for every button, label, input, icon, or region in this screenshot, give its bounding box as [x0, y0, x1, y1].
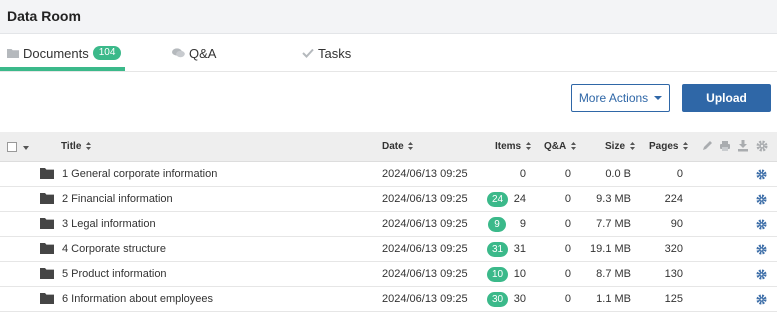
- row-qa: 0: [564, 218, 571, 230]
- new-items-badge: 31: [487, 242, 509, 257]
- row-qa: 0: [564, 243, 571, 255]
- row-title[interactable]: 2 Financial information: [62, 193, 173, 205]
- tab-tasks[interactable]: Tasks: [302, 35, 351, 71]
- gear-icon[interactable]: [756, 169, 767, 180]
- row-title[interactable]: 1 General corporate information: [62, 168, 217, 180]
- column-pages-header[interactable]: Pages: [649, 141, 689, 152]
- gear-icon[interactable]: [756, 269, 767, 280]
- row-size: 1.1 MB: [596, 293, 631, 305]
- row-size: 19.1 MB: [590, 243, 631, 255]
- tab-documents[interactable]: Documents 104: [7, 35, 122, 71]
- tab-documents-label: Documents: [23, 45, 89, 61]
- row-pages: 224: [664, 193, 683, 205]
- sort-icon: [408, 142, 414, 151]
- more-actions-button[interactable]: More Actions: [571, 84, 670, 112]
- upload-label: Upload: [706, 91, 747, 105]
- folder-icon: [40, 168, 54, 179]
- row-date: 2024/06/13 09:25: [382, 218, 468, 230]
- table-row[interactable]: 1 General corporate information 2024/06/1…: [0, 162, 777, 187]
- gear-icon[interactable]: [756, 194, 767, 205]
- documents-count-badge: 104: [92, 46, 122, 60]
- select-menu-caret-icon[interactable]: [23, 146, 29, 150]
- checkmark-icon: [302, 48, 314, 58]
- sort-icon: [525, 142, 531, 151]
- column-title-header[interactable]: Title: [61, 141, 92, 152]
- row-pages: 320: [664, 243, 683, 255]
- row-pages: 125: [664, 293, 683, 305]
- column-size-header[interactable]: Size: [605, 141, 635, 152]
- row-size: 9.3 MB: [596, 193, 631, 205]
- sort-icon: [629, 142, 635, 151]
- column-date-header[interactable]: Date: [382, 141, 414, 152]
- page-title: Data Room: [7, 8, 81, 24]
- download-icon[interactable]: [737, 140, 749, 152]
- print-icon[interactable]: [719, 140, 731, 152]
- new-items-badge: 9: [488, 217, 506, 232]
- column-items-header[interactable]: Items: [495, 141, 531, 152]
- row-items: 30: [513, 293, 526, 305]
- gear-icon[interactable]: [756, 294, 767, 305]
- sort-icon: [570, 142, 576, 151]
- gear-icon[interactable]: [756, 140, 768, 152]
- chat-icon: [172, 48, 185, 58]
- row-title[interactable]: 5 Product information: [62, 268, 167, 280]
- row-items: 0: [519, 168, 526, 180]
- row-date: 2024/06/13 09:25: [382, 243, 468, 255]
- table-row[interactable]: 6 Information about employees 2024/06/13 …: [0, 287, 777, 312]
- more-actions-label: More Actions: [578, 91, 649, 105]
- row-title[interactable]: 4 Corporate structure: [62, 243, 166, 255]
- tab-qa[interactable]: Q&A: [172, 35, 216, 71]
- active-tab-indicator: [0, 67, 125, 71]
- tab-tasks-label: Tasks: [318, 45, 352, 61]
- row-items: 9: [519, 218, 526, 230]
- row-size: 7.7 MB: [596, 218, 631, 230]
- row-qa: 0: [564, 168, 571, 180]
- table-row[interactable]: 3 Legal information 2024/06/13 09:25 9 9 0 7.…: [0, 212, 777, 237]
- table-row[interactable]: 2 Financial information 2024/06/13 09:25 2…: [0, 187, 777, 212]
- chevron-down-icon: [654, 96, 663, 100]
- folder-icon: [40, 243, 54, 254]
- new-items-badge: 24: [487, 192, 509, 207]
- folder-icon: [7, 48, 19, 58]
- gear-icon[interactable]: [756, 219, 767, 230]
- sort-icon: [86, 142, 92, 151]
- new-items-badge: 30: [487, 292, 509, 307]
- row-items: 31: [513, 243, 526, 255]
- gear-icon[interactable]: [756, 244, 767, 255]
- table-row[interactable]: 4 Corporate structure 2024/06/13 09:25 31 3…: [0, 237, 777, 262]
- folder-icon: [40, 268, 54, 279]
- row-title[interactable]: 6 Information about employees: [62, 293, 213, 305]
- row-items: 24: [513, 193, 526, 205]
- column-qa-header[interactable]: Q&A: [544, 141, 576, 152]
- folder-icon: [40, 193, 54, 204]
- new-items-badge: 10: [487, 267, 509, 282]
- row-date: 2024/06/13 09:25: [382, 168, 468, 180]
- select-all-checkbox[interactable]: [7, 142, 17, 152]
- tab-qa-label: Q&A: [189, 45, 217, 61]
- pencil-icon[interactable]: [701, 140, 713, 152]
- row-pages: 90: [670, 218, 683, 230]
- row-date: 2024/06/13 09:25: [382, 293, 468, 305]
- row-size: 0.0 B: [605, 168, 631, 180]
- upload-button[interactable]: Upload: [682, 84, 771, 112]
- sort-icon: [683, 142, 689, 151]
- row-pages: 130: [664, 268, 683, 280]
- row-qa: 0: [564, 293, 571, 305]
- folder-icon: [40, 293, 54, 304]
- row-size: 8.7 MB: [596, 268, 631, 280]
- top-bar: Data Room: [0, 0, 777, 34]
- table-row[interactable]: 5 Product information 2024/06/13 09:25 10 1…: [0, 262, 777, 287]
- row-pages: 0: [676, 168, 683, 180]
- row-qa: 0: [564, 193, 571, 205]
- row-title[interactable]: 3 Legal information: [62, 218, 156, 230]
- row-date: 2024/06/13 09:25: [382, 193, 468, 205]
- folder-icon: [40, 218, 54, 229]
- row-date: 2024/06/13 09:25: [382, 268, 468, 280]
- row-qa: 0: [564, 268, 571, 280]
- table-header: Title Date Items Q&A Size Pages: [0, 132, 777, 162]
- row-items: 10: [513, 268, 526, 280]
